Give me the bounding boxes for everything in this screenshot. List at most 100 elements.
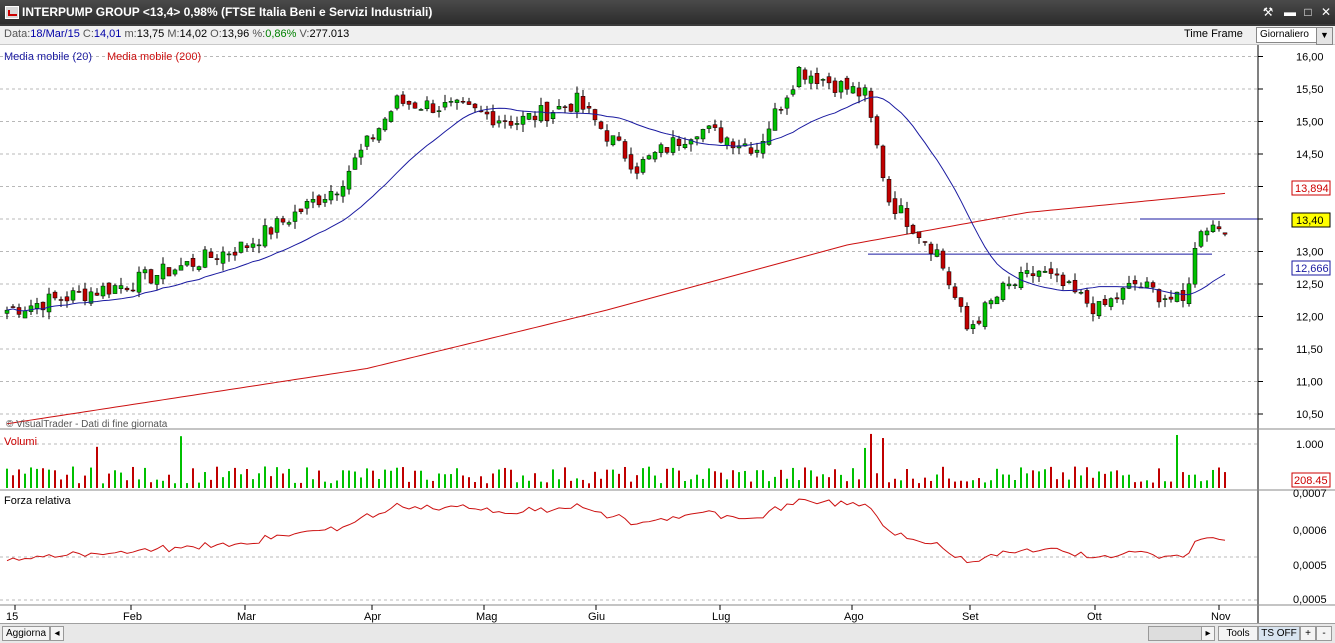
volume-bar	[498, 469, 500, 488]
volume-bar	[1182, 472, 1184, 488]
rs-tick-label: 0,0007	[1293, 488, 1327, 500]
volume-bar	[168, 474, 170, 488]
minimize-button[interactable]: ▬	[1282, 4, 1298, 20]
candle-body	[1048, 268, 1054, 274]
price-chart-svg[interactable]: 16,0015,5015,0014,5014,0013,5013,0012,50…	[0, 45, 1335, 623]
candle-body	[796, 66, 802, 88]
candle-body	[1090, 303, 1096, 315]
candle-body	[472, 103, 478, 109]
candle-body	[574, 92, 580, 113]
time-frame-dropdown-icon[interactable]: ▼	[1316, 27, 1333, 45]
volume-bar	[528, 480, 530, 488]
volume-bar	[114, 470, 116, 488]
candle-body	[184, 261, 190, 266]
candle-body	[790, 89, 796, 95]
x-tick-label: Feb	[123, 611, 142, 623]
candle-body	[910, 224, 916, 234]
candle-body	[778, 109, 784, 111]
volume-bar	[1092, 477, 1094, 488]
scroll-right-icon[interactable]: ▸	[1201, 626, 1215, 641]
volume-bar	[360, 477, 362, 488]
volume-bar	[456, 468, 458, 488]
volume-bar	[1014, 480, 1016, 488]
candle-body	[964, 306, 970, 330]
candle-body	[370, 137, 376, 140]
candle-body	[22, 310, 28, 319]
volume-bar	[126, 480, 128, 488]
candle-body	[124, 287, 130, 291]
candle-body	[952, 286, 958, 298]
candle-body	[28, 305, 34, 312]
candle-body	[856, 87, 862, 97]
candle-body	[1204, 230, 1210, 236]
volume-bar	[348, 470, 350, 488]
scroll-left-icon[interactable]: ◂	[50, 626, 64, 641]
candle-body	[34, 303, 40, 309]
volume-bar	[252, 479, 254, 488]
candle-body	[280, 218, 286, 223]
candle-body	[310, 199, 316, 203]
zoom-in-button[interactable]: +	[1300, 626, 1316, 641]
candle-body	[64, 296, 70, 302]
volume-bar	[696, 474, 698, 488]
volume-bar	[726, 479, 728, 488]
tools-button[interactable]: Tools	[1218, 626, 1258, 641]
volume-bar	[444, 474, 446, 488]
candle-body	[1030, 273, 1036, 277]
volume-bar	[534, 473, 536, 488]
ma200-legend: Media mobile (200)	[107, 51, 201, 63]
close-value: 14,01	[93, 28, 122, 40]
update-button[interactable]: Aggiorna	[2, 626, 50, 641]
ts-off-button[interactable]: TS OFF	[1258, 626, 1300, 641]
close-button[interactable]: ✕	[1318, 4, 1334, 20]
tools-icon[interactable]: ⚒	[1260, 4, 1276, 20]
candle-body	[232, 251, 238, 256]
volume-bar	[792, 467, 794, 488]
candle-body	[400, 94, 406, 104]
volume-bar	[210, 479, 212, 488]
candle-body	[382, 118, 388, 131]
ma20-line	[6, 96, 1226, 312]
candle-body	[52, 291, 58, 299]
candle-body	[1060, 274, 1066, 287]
volume-bar	[1074, 466, 1076, 488]
x-tick-label: Giu	[588, 611, 605, 623]
volume-bar	[372, 470, 374, 488]
candle-body	[1126, 282, 1132, 289]
chart-area[interactable]: 16,0015,5015,0014,5014,0013,5013,0012,50…	[0, 45, 1335, 623]
bottom-toolbar: Aggiorna ◂ ▸ Tools TS OFF + -	[0, 623, 1335, 643]
volume-bar	[72, 466, 74, 488]
volume-bar	[582, 479, 584, 488]
close-label: C:	[82, 28, 94, 40]
volume-bar	[396, 467, 398, 488]
horizontal-scrollbar[interactable]	[1148, 626, 1202, 641]
volume-bar	[486, 483, 488, 488]
time-frame-select[interactable]: Giornaliero	[1256, 27, 1320, 43]
maximize-button[interactable]: □	[1300, 4, 1316, 20]
volume-bar	[684, 480, 686, 488]
volume-bar	[768, 481, 770, 488]
volume-bar	[1218, 467, 1220, 488]
candle-body	[1006, 283, 1012, 287]
candle-body	[502, 120, 508, 122]
candle-body	[922, 241, 928, 243]
volume-bar	[864, 447, 866, 488]
zoom-out-button[interactable]: -	[1316, 626, 1332, 641]
volume-bar	[438, 473, 440, 488]
candle-body	[544, 101, 550, 121]
volume-bar	[390, 470, 392, 488]
candle-body	[1180, 290, 1186, 301]
candle-body	[886, 179, 892, 203]
volume-bar	[996, 468, 998, 488]
volume-bar	[288, 468, 290, 488]
candle-body	[364, 135, 370, 147]
volume-bar	[858, 479, 860, 488]
volume-bar	[918, 483, 920, 488]
volume-bar	[606, 469, 608, 488]
candle-body	[1036, 270, 1042, 277]
ma20-badge: 12,666	[1295, 263, 1329, 275]
candle-body	[1198, 231, 1204, 247]
volume-bar	[924, 477, 926, 488]
volume-bar	[294, 482, 296, 488]
candle-body	[172, 269, 178, 275]
